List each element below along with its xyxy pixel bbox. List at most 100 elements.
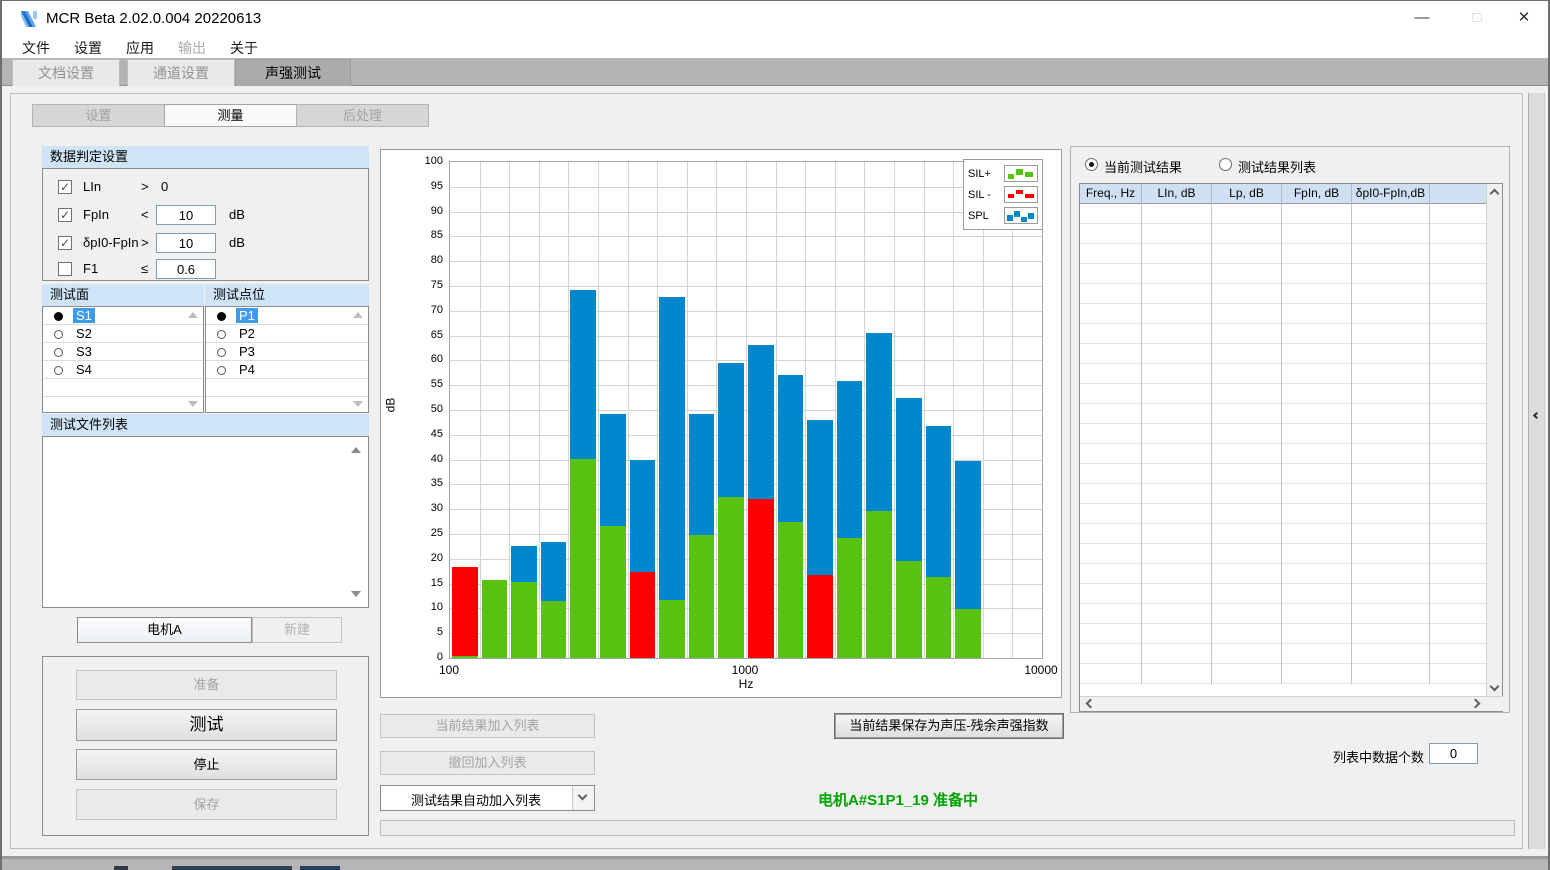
bar-SIL--1000Hz — [748, 499, 774, 658]
scroll-up-icon[interactable] — [1490, 189, 1500, 199]
radio-icon[interactable] — [217, 366, 226, 375]
surface-list-header: 测试面 — [42, 284, 204, 306]
criteria-operator: > — [141, 235, 149, 250]
y-tick-label: 60 — [407, 353, 443, 365]
criteria-row-2: ✓δpI0-FpIn>dB — [43, 233, 368, 253]
radio-icon[interactable] — [54, 366, 63, 375]
criteria-operator: > — [141, 179, 149, 194]
scroll-up-icon[interactable] — [353, 312, 363, 318]
tab-1[interactable]: 通道设置 — [127, 59, 235, 86]
project-motor-button[interactable]: 电机A — [77, 617, 252, 643]
criteria-name: LIn — [83, 179, 101, 194]
menu-item-0[interactable]: 文件 — [10, 38, 62, 58]
criteria-value-input[interactable] — [156, 205, 216, 225]
menu-item-2[interactable]: 应用 — [114, 38, 166, 58]
save-button[interactable]: 保存 — [76, 789, 337, 820]
column-header-5 — [1430, 184, 1487, 204]
radio-current-result[interactable] — [1085, 158, 1098, 171]
criteria-name: F1 — [83, 261, 98, 276]
checkbox-1[interactable]: ✓ — [58, 208, 72, 222]
point-row-5 — [206, 397, 368, 415]
menu-item-1[interactable]: 设置 — [62, 38, 114, 58]
checkbox-2[interactable]: ✓ — [58, 236, 72, 250]
undo-add-button[interactable]: 撤回加入列表 — [380, 751, 595, 775]
table-row — [1080, 244, 1487, 264]
tab-2[interactable]: 声强测试 — [235, 59, 351, 86]
radio-icon[interactable] — [54, 348, 63, 357]
radio-icon[interactable] — [54, 330, 63, 339]
bar-SIL--1600Hz — [807, 575, 833, 658]
point-row-2[interactable]: P3 — [206, 343, 368, 361]
test-button[interactable]: 测试 — [76, 709, 337, 741]
app-window: MCR Beta 2.02.0.004 20220613 — □ ✕ 文件设置应… — [0, 0, 1550, 870]
scroll-down-icon[interactable] — [351, 591, 361, 597]
scroll-down-icon[interactable] — [188, 401, 198, 407]
results-hscrollbar[interactable] — [1080, 696, 1503, 711]
surface-row-3[interactable]: S4 — [43, 361, 203, 379]
scroll-up-icon[interactable] — [188, 312, 198, 318]
table-row — [1080, 424, 1487, 444]
chevron-down-icon — [578, 791, 588, 801]
prepare-button[interactable]: 准备 — [76, 670, 337, 700]
minimize-button[interactable]: — — [1400, 1, 1444, 37]
surface-row-2[interactable]: S3 — [43, 343, 203, 361]
scroll-right-icon[interactable] — [1471, 699, 1481, 709]
surface-row-1[interactable]: S2 — [43, 325, 203, 343]
results-table: Freq., HzLIn, dBLp, dBFpIn, dBδpI0-FpIn,… — [1079, 183, 1503, 712]
point-label: P4 — [236, 362, 258, 377]
file-list[interactable] — [42, 436, 369, 608]
table-row — [1080, 664, 1487, 684]
bar-SIL+-315Hz — [600, 526, 626, 658]
radio-selected-icon[interactable] — [217, 312, 226, 321]
checkbox-3[interactable] — [58, 262, 72, 276]
dropdown-arrow-button[interactable] — [572, 786, 594, 810]
close-button[interactable]: ✕ — [1502, 1, 1546, 37]
menu-item-4[interactable]: 关于 — [218, 38, 270, 58]
tab-0[interactable]: 文档设置 — [12, 59, 120, 86]
radio-result-list[interactable] — [1219, 158, 1232, 171]
table-row — [1080, 624, 1487, 644]
scroll-down-icon[interactable] — [353, 401, 363, 407]
y-tick-label: 55 — [407, 378, 443, 390]
status-text: 电机A#S1P1_19 准备中 — [778, 789, 1018, 810]
subtab-1[interactable]: 测量 — [164, 104, 297, 127]
surface-row-0[interactable]: S1 — [43, 307, 203, 325]
point-row-0[interactable]: P1 — [206, 307, 368, 325]
criteria-value-input[interactable] — [156, 259, 216, 279]
project-new-button[interactable]: 新建 — [252, 617, 342, 643]
subtab-0[interactable]: 设置 — [32, 104, 165, 127]
point-row-1[interactable]: P2 — [206, 325, 368, 343]
radio-icon[interactable] — [217, 330, 226, 339]
subtab-2[interactable]: 后处理 — [296, 104, 429, 127]
save-as-pressure-index-button[interactable]: 当前结果保存为声压-残余声强指数 — [835, 714, 1063, 738]
results-vscrollbar[interactable] — [1486, 184, 1502, 696]
bar-SIL+-160Hz — [511, 582, 537, 658]
app-logo-icon — [20, 10, 38, 28]
scroll-left-icon[interactable] — [1086, 699, 1096, 709]
radio-icon[interactable] — [217, 348, 226, 357]
legend-item-SPL: SPL — [968, 205, 1038, 226]
radio-selected-icon[interactable] — [54, 312, 63, 321]
table-row — [1080, 304, 1487, 324]
table-row — [1080, 364, 1487, 384]
maximize-button[interactable]: □ — [1455, 1, 1499, 37]
stop-button[interactable]: 停止 — [76, 749, 337, 780]
y-tick-label: 75 — [407, 279, 443, 291]
legend-swatch-icon — [1004, 186, 1038, 203]
right-splitter[interactable] — [1528, 93, 1545, 849]
tab-strip: 文档设置通道设置声强测试 — [2, 58, 1548, 86]
y-tick-label: 30 — [407, 502, 443, 514]
table-row — [1080, 204, 1487, 224]
surface-label: S4 — [73, 362, 95, 377]
list-count-label: 列表中数据个数 — [1294, 747, 1424, 766]
checkbox-0[interactable]: ✓ — [58, 180, 72, 194]
scroll-up-icon[interactable] — [351, 447, 361, 453]
add-current-result-button[interactable]: 当前结果加入列表 — [380, 714, 595, 738]
table-row — [1080, 264, 1487, 284]
results-table-header: Freq., HzLIn, dBLp, dBFpIn, dBδpI0-FpIn,… — [1080, 184, 1487, 204]
list-count-input[interactable] — [1429, 743, 1478, 764]
scroll-down-icon[interactable] — [1490, 682, 1500, 692]
criteria-value-input[interactable] — [156, 233, 216, 253]
auto-add-dropdown[interactable]: 测试结果自动加入列表 — [380, 785, 595, 811]
point-row-3[interactable]: P4 — [206, 361, 368, 379]
